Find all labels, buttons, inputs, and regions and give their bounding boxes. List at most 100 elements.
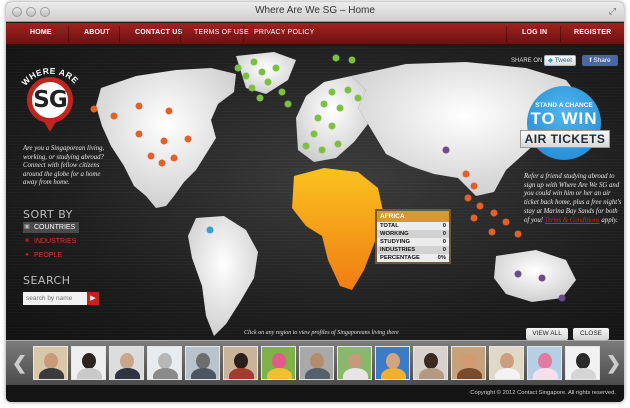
nav-login[interactable]: LOG IN [522,29,547,36]
location-pin-icon[interactable] [310,130,318,138]
site-logo[interactable]: SG [27,77,73,123]
location-pin-icon[interactable] [470,182,478,190]
location-pin-icon[interactable] [476,202,484,210]
location-pin-icon[interactable] [490,209,498,217]
profile-thumbnail[interactable] [413,346,448,380]
profile-thumbnail[interactable] [33,346,68,380]
location-pin-icon[interactable] [328,122,336,130]
profile-thumbnail[interactable] [375,346,410,380]
location-pin-icon[interactable] [234,64,242,72]
nav-register[interactable]: REGISTER [574,29,611,36]
profile-thumbnail[interactable] [109,346,144,380]
profile-thumbnail[interactable] [489,346,524,380]
nav-divider [560,26,561,42]
arrow-right-icon: ▶ [90,295,96,302]
profile-thumbnail[interactable] [261,346,296,380]
profile-thumbnail[interactable] [299,346,334,380]
location-pin-icon[interactable] [158,159,166,167]
location-pin-icon[interactable] [514,270,522,278]
sort-option-industries[interactable]: ■ INDUSTRIES [23,236,76,247]
location-pin-icon[interactable] [344,86,352,94]
region-stats-rows: TOTAL 0 WORKING 0 STUDYING 0 INDUSTRIES 0 PE… [377,222,449,262]
region-africa[interactable] [292,168,384,290]
profile-thumbnail[interactable] [147,346,182,380]
location-pin-icon[interactable] [558,294,566,302]
location-pin-icon[interactable] [336,104,344,112]
location-pin-icon[interactable] [110,112,118,120]
location-pin-icon[interactable] [302,142,310,150]
nav-home[interactable]: HOME [30,29,52,36]
nav-contact[interactable]: CONTACT US [135,29,182,36]
region-north-america[interactable] [96,68,236,208]
facebook-share-button[interactable]: f Share [582,55,618,66]
sort-heading: SORT BY [23,208,73,221]
location-pin-icon[interactable] [147,152,155,160]
location-pin-icon[interactable] [170,154,178,162]
profile-thumbnail[interactable] [451,346,486,380]
chevron-right-icon[interactable]: ❯ [606,353,621,374]
location-pin-icon[interactable] [318,146,326,154]
contest-line1: STAND A CHANCE [535,102,593,109]
profile-thumbnail[interactable] [223,346,258,380]
fullscreen-icon[interactable]: ⤢ [607,6,618,17]
location-pin-icon[interactable] [206,226,214,234]
location-pin-icon[interactable] [462,170,470,178]
location-pin-icon[interactable] [464,194,472,202]
location-pin-icon[interactable] [320,100,328,108]
footer: Copyright © 2012 Contact Singapore. All … [6,385,624,402]
location-pin-icon[interactable] [442,146,450,154]
region-south-america[interactable] [188,216,258,336]
location-pin-icon[interactable] [242,72,250,80]
location-pin-icon[interactable] [135,102,143,110]
location-pin-icon[interactable] [284,100,292,108]
location-pin-icon[interactable] [354,94,362,102]
profile-thumbnail[interactable] [527,346,562,380]
browser-window: Where Are We SG – Home ⤢ HOME ABOUT CONT… [6,2,624,402]
location-pin-icon[interactable] [488,228,496,236]
search-button[interactable]: ▶ [87,292,99,305]
nav-terms[interactable]: TERMS OF USE [194,29,249,36]
location-pin-icon[interactable] [160,137,168,145]
sort-option-people[interactable]: ● PEOPLE [23,250,62,261]
chevron-left-icon[interactable]: ❮ [12,353,27,374]
location-pin-icon[interactable] [334,140,342,148]
location-pin-icon[interactable] [135,130,143,138]
tweet-label: Tweet [554,57,573,64]
share-label: SHARE ON [511,58,543,64]
region-oceania[interactable] [494,250,576,302]
profile-thumbnail[interactable] [71,346,106,380]
region-stats-panel: AFRICA TOTAL 0 WORKING 0 STUDYING 0 INDUSTR… [375,209,451,264]
stats-value: 0 [442,247,446,253]
location-pin-icon[interactable] [328,88,336,96]
terms-conditions-link[interactable]: Terms & Conditions [545,217,600,224]
view-all-button[interactable]: VIEW ALL [526,328,568,340]
location-pin-icon[interactable] [538,274,546,282]
profile-thumbnail[interactable] [185,346,220,380]
location-pin-icon[interactable] [278,88,286,96]
location-pin-icon[interactable] [470,214,478,222]
location-pin-icon[interactable] [250,58,258,66]
location-pin-icon[interactable] [248,84,256,92]
profile-thumbnail[interactable] [337,346,372,380]
sort-option-countries[interactable]: ▣ COUNTRIES [23,222,80,233]
stats-value: 0% [437,255,446,261]
location-pin-icon[interactable] [514,230,522,238]
nav-privacy[interactable]: PRIVACY POLICY [254,29,315,36]
location-pin-icon[interactable] [502,218,510,226]
stats-label: INDUSTRIES [380,247,416,253]
location-pin-icon[interactable] [348,56,356,64]
location-pin-icon[interactable] [184,135,192,143]
location-pin-icon[interactable] [90,105,98,113]
location-pin-icon[interactable] [314,114,322,122]
location-pin-icon[interactable] [165,107,173,115]
location-pin-icon[interactable] [256,94,264,102]
location-pin-icon[interactable] [258,68,266,76]
search-input[interactable] [23,292,87,305]
tweet-button[interactable]: ◆ Tweet [544,55,576,66]
profile-thumbnail[interactable] [565,346,600,380]
close-button[interactable]: CLOSE [573,328,609,340]
nav-about[interactable]: ABOUT [84,29,110,36]
location-pin-icon[interactable] [272,64,280,72]
location-pin-icon[interactable] [332,54,340,62]
location-pin-icon[interactable] [264,78,272,86]
